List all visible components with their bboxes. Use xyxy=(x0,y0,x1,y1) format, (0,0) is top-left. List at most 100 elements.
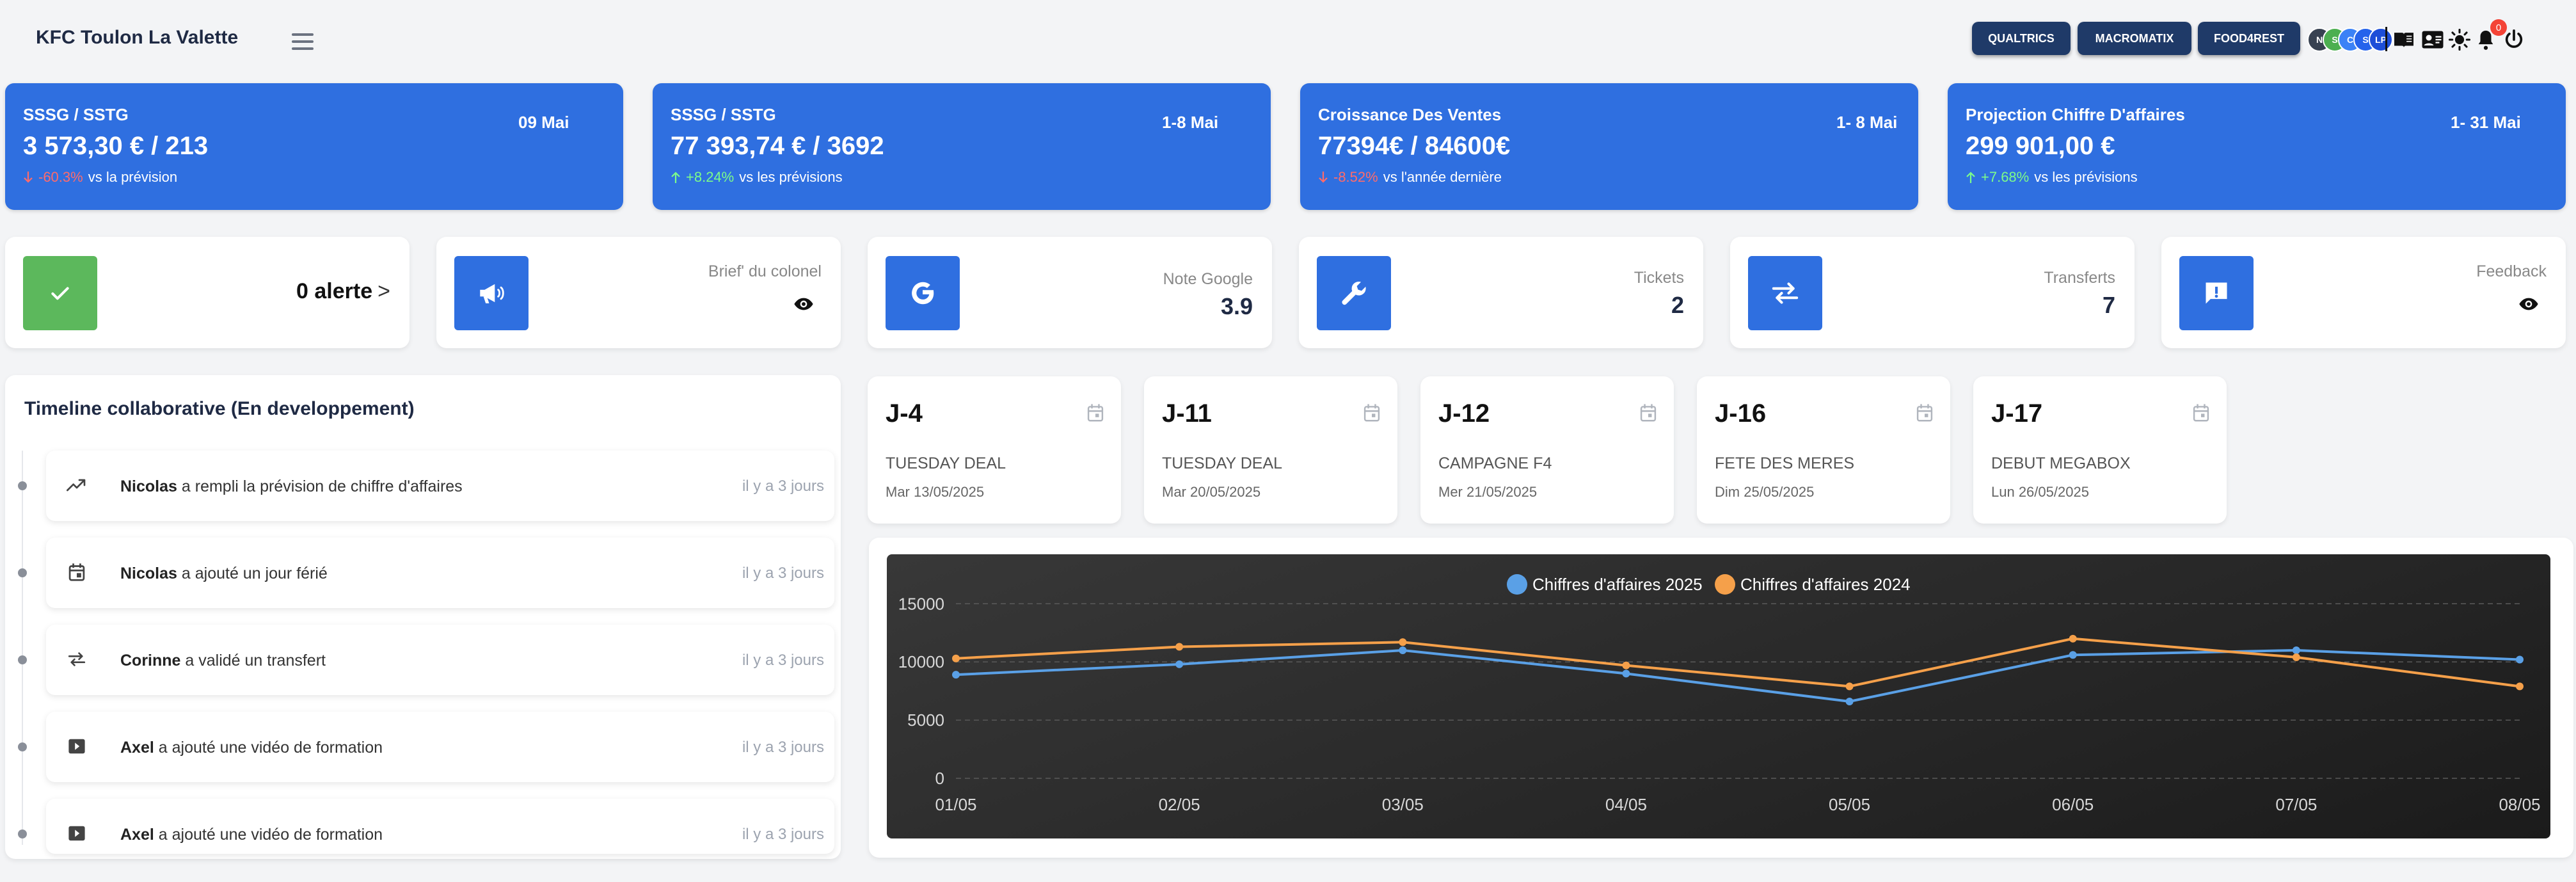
divider xyxy=(2385,27,2387,51)
x-tick-label: 02/05 xyxy=(1159,795,1200,814)
feedback-card[interactable]: Feedback xyxy=(2161,237,2566,348)
timeline-dot xyxy=(18,742,27,751)
kpi-card-sssg-period[interactable]: SSSG / SSTG 1-8 Mai 77 393,74 € / 3692 +… xyxy=(653,83,1271,210)
timeline-event[interactable]: Corinne a validé un transfert il y a 3 j… xyxy=(46,625,834,695)
event-card[interactable]: J-16 FETE DES MERES Dim 25/05/2025 xyxy=(1697,376,1950,524)
power-icon[interactable] xyxy=(2502,28,2526,51)
tile-label: Note Google xyxy=(1163,270,1253,288)
eye-icon[interactable] xyxy=(793,297,814,314)
kpi-delta-value: -60.3% xyxy=(38,169,83,185)
kpi-card-sssg-day[interactable]: SSSG / SSTG 09 Mai 3 573,30 € / 213 -60.… xyxy=(5,83,623,210)
legend-swatch xyxy=(1507,574,1527,595)
alerts-link[interactable]: 0 alerte > xyxy=(296,279,390,304)
timeline-time: il y a 3 jours xyxy=(742,739,824,756)
kpi-card-revenue-projection[interactable]: Projection Chiffre D'affaires 1- 31 Mai … xyxy=(1948,83,2566,210)
brightness-icon[interactable] xyxy=(2448,28,2471,51)
macromatix-button[interactable]: MACROMATIX xyxy=(2078,22,2191,55)
x-tick-label: 01/05 xyxy=(935,795,976,814)
event-date: Mer 21/05/2025 xyxy=(1438,484,1538,500)
kpi-period: 1-8 Mai xyxy=(1162,113,1219,132)
kpi-value: 77394€ / 84600€ xyxy=(1318,132,1511,160)
food4rest-button[interactable]: FOOD4REST xyxy=(2198,22,2300,55)
event-date: Dim 25/05/2025 xyxy=(1715,484,1815,500)
arrow-down-icon xyxy=(1319,172,1328,183)
data-point xyxy=(2516,682,2524,691)
qualtrics-button[interactable]: QUALTRICS xyxy=(1972,22,2071,55)
event-card[interactable]: J-12 CAMPAGNE F4 Mer 21/05/2025 xyxy=(1420,376,1674,524)
check-icon xyxy=(23,256,97,330)
calendar-icon xyxy=(1087,404,1104,422)
timeline-event[interactable]: Axel a ajouté une vidéo de formation il … xyxy=(46,799,834,854)
trending-up-icon xyxy=(65,474,88,497)
timeline-user: Nicolas xyxy=(120,565,177,582)
timeline-time: il y a 3 jours xyxy=(742,826,824,843)
book-icon[interactable] xyxy=(2392,28,2416,51)
contact-card-icon[interactable] xyxy=(2420,28,2445,51)
transfer-icon xyxy=(65,648,88,671)
timeline-event-text: Axel a ajouté une vidéo de formation xyxy=(120,739,383,757)
timeline-event[interactable]: Nicolas a rempli la prévision de chiffre… xyxy=(46,451,834,521)
kpi-period: 09 Mai xyxy=(518,113,569,132)
tile-label: Transferts xyxy=(2044,269,2115,287)
timeline-time: il y a 3 jours xyxy=(742,565,824,582)
kpi-delta-value: +7.68% xyxy=(1981,169,2030,185)
event-card[interactable]: J-4 TUESDAY DEAL Mar 13/05/2025 xyxy=(868,376,1121,524)
legend-label: Chiffres d'affaires 2025 xyxy=(1532,575,1703,594)
brief-card[interactable]: Brief' du colonel xyxy=(436,237,841,348)
kpi-period: 1- 31 Mai xyxy=(2451,113,2521,132)
calendar-icon xyxy=(1640,404,1657,422)
y-tick-label: 15000 xyxy=(898,594,944,613)
arrow-up-icon xyxy=(1966,172,1975,183)
kpi-delta: -8.52% vs l'année dernière xyxy=(1318,169,1502,186)
avatar-group[interactable]: N S C S LP xyxy=(2307,28,2393,52)
y-tick-label: 10000 xyxy=(898,652,944,671)
event-countdown: J-12 xyxy=(1438,399,1490,428)
event-countdown: J-4 xyxy=(886,399,923,428)
timeline-line xyxy=(22,451,23,845)
timeline-dot xyxy=(18,830,27,838)
timeline-title: Timeline collaborative (En developpement… xyxy=(24,398,415,419)
timeline-action: a ajouté un jour férié xyxy=(181,565,328,582)
timeline-user: Axel xyxy=(120,739,154,757)
timeline-dot xyxy=(18,655,27,664)
video-icon xyxy=(65,735,88,758)
revenue-chart-card: 0 5000 10000 15000 01/05 02/05 03/05 04/05 05/05… xyxy=(869,538,2573,858)
alerts-card[interactable]: 0 alerte > xyxy=(5,237,409,348)
google-rating-card[interactable]: Note Google 3.9 xyxy=(868,237,1272,348)
tickets-card[interactable]: Tickets 2 xyxy=(1299,237,1703,348)
data-point xyxy=(952,671,960,679)
data-point xyxy=(1622,661,1630,670)
calendar-icon xyxy=(2193,404,2209,422)
transfers-card[interactable]: Transferts 7 xyxy=(1730,237,2135,348)
menu-icon[interactable] xyxy=(292,33,314,50)
x-tick-label: 08/05 xyxy=(2499,795,2540,814)
event-date: Mar 13/05/2025 xyxy=(886,484,985,500)
data-point xyxy=(2292,646,2300,654)
megaphone-icon xyxy=(454,256,529,330)
event-countdown: J-17 xyxy=(1991,399,2043,428)
timeline-event-text: Nicolas a rempli la prévision de chiffre… xyxy=(120,477,463,496)
y-tick-label: 5000 xyxy=(907,710,944,730)
tile-label: Brief' du colonel xyxy=(708,262,822,280)
x-tick-label: 06/05 xyxy=(2052,795,2094,814)
timeline-event[interactable]: Axel a ajouté une vidéo de formation il … xyxy=(46,712,834,782)
kpi-delta-label: vs la prévision xyxy=(88,169,178,185)
timeline-event[interactable]: Nicolas a ajouté un jour férié il y a 3 … xyxy=(46,538,834,608)
kpi-value: 77 393,74 € / 3692 xyxy=(671,132,884,160)
timeline-action: a ajouté une vidéo de formation xyxy=(158,739,383,757)
x-tick-label: 07/05 xyxy=(2275,795,2317,814)
event-card[interactable]: J-11 TUESDAY DEAL Mar 20/05/2025 xyxy=(1144,376,1397,524)
kpi-card-sales-growth[interactable]: Croissance Des Ventes 1- 8 Mai 77394€ / … xyxy=(1300,83,1918,210)
kpi-delta: +7.68% vs les prévisions xyxy=(1966,169,2138,186)
arrow-down-icon xyxy=(24,172,33,183)
kpi-title: Projection Chiffre D'affaires xyxy=(1966,105,2185,124)
video-icon xyxy=(65,822,88,845)
chevron-right-icon: > xyxy=(378,279,390,303)
timeline-event-text: Corinne a validé un transfert xyxy=(120,652,326,670)
data-point xyxy=(2069,634,2077,643)
arrow-up-icon xyxy=(671,172,680,183)
event-card[interactable]: J-17 DEBUT MEGABOX Lun 26/05/2025 xyxy=(1973,376,2227,524)
eye-icon[interactable] xyxy=(2518,297,2539,314)
avatar[interactable]: LP xyxy=(2369,28,2393,52)
kpi-delta: -60.3% vs la prévision xyxy=(23,169,177,186)
